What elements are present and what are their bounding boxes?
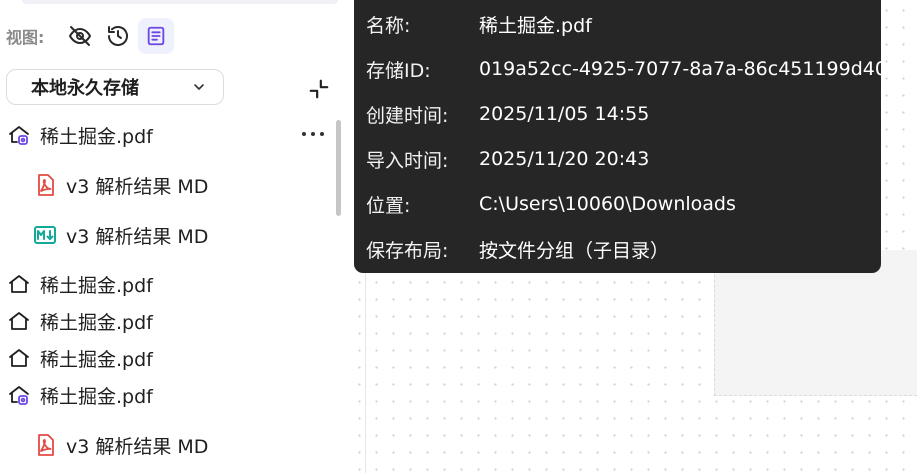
hide-view-button[interactable]	[62, 18, 98, 54]
tooltip-key: 保存布局:	[366, 239, 449, 262]
history-icon	[108, 26, 129, 46]
file-name: 稀土掘金.pdf	[40, 274, 153, 297]
document-list-icon	[148, 26, 165, 46]
canvas-divider	[365, 270, 366, 473]
file-item[interactable]: 稀土掘金.pdf	[4, 378, 153, 412]
file-item[interactable]: v3 解析结果 MD	[30, 168, 208, 202]
home-storage-icon	[4, 380, 34, 410]
file-name: 稀土掘金.pdf	[40, 385, 153, 408]
tooltip-value: 稀土掘金.pdf	[479, 14, 592, 37]
tooltip-row-location: 位置: C:\Users\10060\Downloads	[366, 189, 736, 219]
file-item[interactable]: 稀土掘金.pdf	[4, 267, 153, 301]
file-item[interactable]: v3 解析结果 MD	[30, 218, 208, 252]
file-item[interactable]: 稀土掘金.pdf	[4, 304, 153, 338]
tooltip-value: 019a52cc-4925-7077-8a7a-86c451199d40	[479, 58, 887, 80]
scrollbar[interactable]	[336, 120, 341, 216]
top-strip	[22, 0, 338, 4]
tooltip-value: C:\Users\10060\Downloads	[479, 193, 736, 215]
file-name: 稀土掘金.pdf	[40, 125, 153, 148]
storage-select[interactable]: 本地永久存储	[6, 69, 224, 105]
storage-select-value: 本地永久存储	[31, 78, 139, 99]
tooltip-key: 存储ID:	[366, 59, 431, 82]
view-switcher: 视图:	[6, 18, 176, 54]
view-label: 视图:	[6, 28, 45, 47]
pdf-icon	[30, 430, 60, 460]
eye-off-icon	[69, 26, 92, 46]
more-options-button[interactable]	[296, 122, 330, 146]
sidebar: 视图: 本地永久存储 稀土掘金.pdf v3 解析结果 MD v3 解析结果 M…	[0, 0, 345, 473]
file-item[interactable]: v3 解析结果 MD	[30, 428, 208, 462]
more-dot	[311, 132, 315, 136]
more-dot	[302, 132, 306, 136]
more-dot	[320, 132, 324, 136]
pdf-icon	[30, 170, 60, 200]
collapse-button[interactable]	[306, 76, 332, 102]
home-storage-icon	[4, 120, 34, 150]
home-icon	[4, 269, 34, 299]
tooltip-row-created: 创建时间: 2025/11/05 14:55	[366, 99, 649, 129]
file-name: 稀土掘金.pdf	[40, 348, 153, 371]
file-name: v3 解析结果 MD	[66, 435, 209, 458]
file-item[interactable]: 稀土掘金.pdf	[4, 341, 153, 375]
tooltip-row-name: 名称: 稀土掘金.pdf	[366, 9, 592, 39]
chevron-down-icon	[194, 84, 204, 90]
tooltip-value: 2025/11/05 14:55	[479, 103, 650, 125]
markdown-icon	[30, 220, 60, 250]
tooltip-row-storage-id: 存储ID: 019a52cc-4925-7077-8a7a-86c451199d…	[366, 54, 887, 84]
tooltip-value: 按文件分组（子目录）	[479, 239, 670, 262]
collapse-icon	[309, 79, 329, 99]
file-name: 稀土掘金.pdf	[40, 311, 153, 334]
file-name: v3 解析结果 MD	[66, 175, 209, 198]
history-view-button[interactable]	[100, 18, 136, 54]
tooltip-row-layout: 保存布局: 按文件分组（子目录）	[366, 234, 669, 264]
file-info-tooltip: 名称: 稀土掘金.pdf 存储ID: 019a52cc-4925-7077-8a…	[354, 0, 887, 273]
tooltip-key: 创建时间:	[366, 104, 449, 127]
tooltip-key: 位置:	[366, 194, 411, 217]
tooltip-value: 2025/11/20 20:43	[479, 148, 650, 170]
tooltip-key: 名称:	[366, 14, 411, 37]
list-view-button[interactable]	[138, 18, 175, 54]
tooltip-row-imported: 导入时间: 2025/11/20 20:43	[366, 144, 649, 174]
file-name: v3 解析结果 MD	[66, 225, 209, 248]
home-icon	[4, 343, 34, 373]
file-item[interactable]: 稀土掘金.pdf	[4, 118, 153, 152]
home-icon	[4, 306, 34, 336]
tooltip-key: 导入时间:	[366, 149, 449, 172]
